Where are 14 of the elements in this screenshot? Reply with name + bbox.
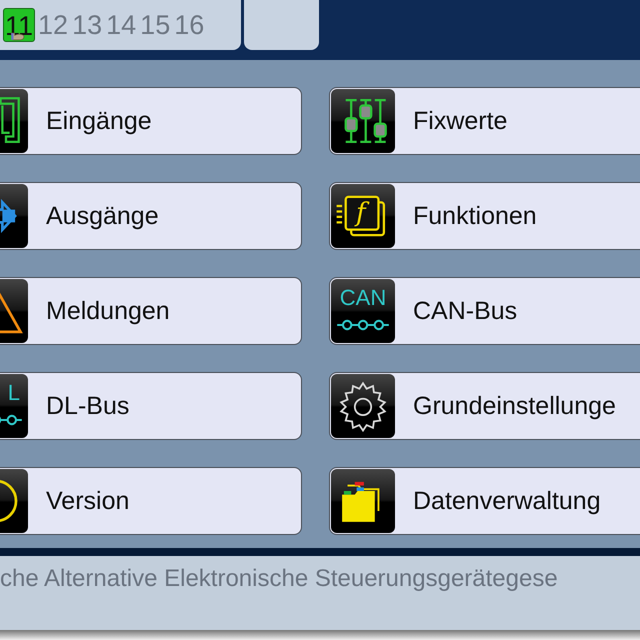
menu-button[interactable]: f Funktionen: [329, 182, 640, 250]
menu-button[interactable]: Datenverwaltung: [329, 467, 640, 535]
icon-label: L: [8, 380, 20, 406]
menu-button[interactable]: Meldungen: [0, 277, 302, 345]
menu-button[interactable]: CAN CAN-Bus: [329, 277, 640, 345]
scrolling-text: che Alternative Elektronische Steuerungsgerätegese: [0, 565, 558, 592]
blank-tab[interactable]: [244, 0, 319, 50]
icon-label: CAN: [338, 285, 388, 311]
menu-button[interactable]: Eingänge: [0, 87, 302, 155]
menu-button[interactable]: Ausgänge: [0, 182, 302, 250]
menu-button[interactable]: Grundeinstellunge: [329, 372, 640, 440]
menu-button[interactable]: L DL-Bus: [0, 372, 302, 440]
menu-button[interactable]: Fixwerte: [329, 87, 640, 155]
menu-button[interactable]: Version: [0, 467, 302, 535]
